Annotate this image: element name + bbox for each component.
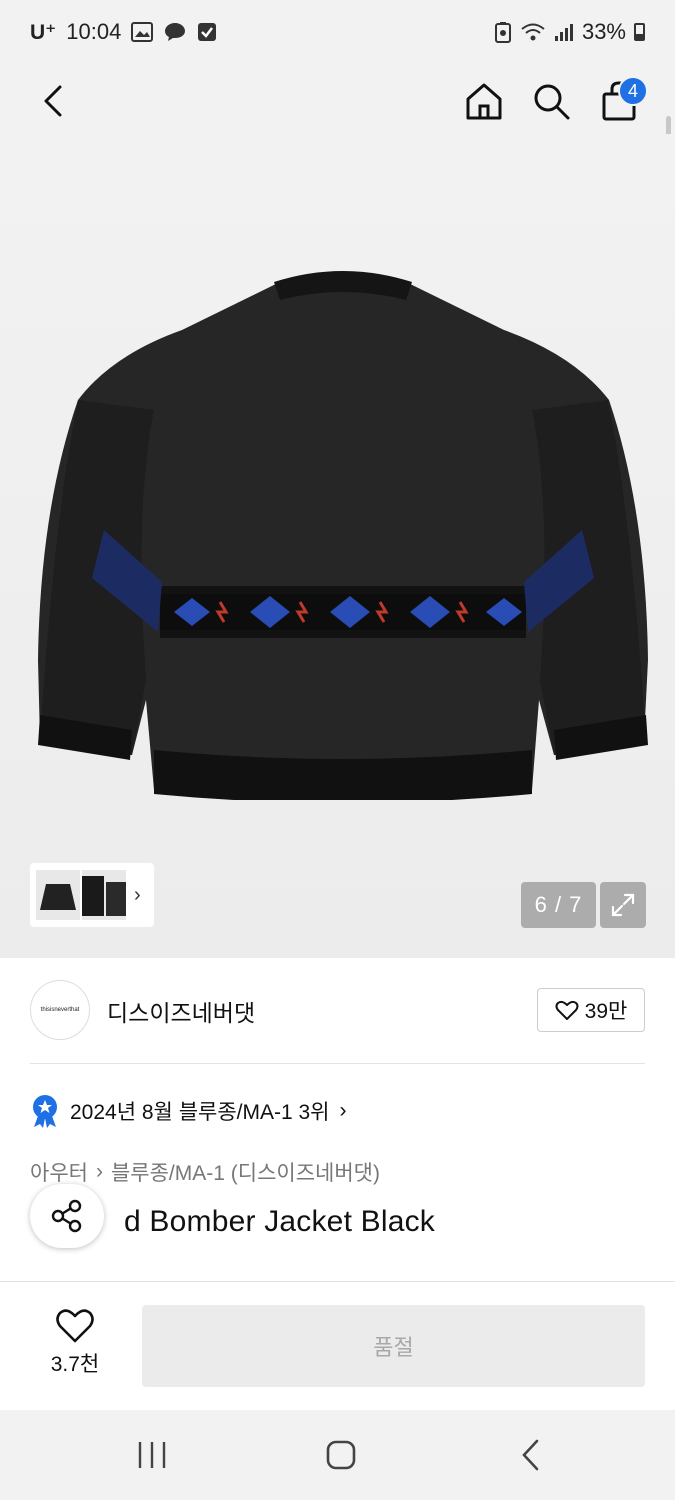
recent-apps-icon	[138, 1442, 166, 1468]
heart-icon	[56, 1309, 94, 1343]
chat-icon	[165, 23, 186, 41]
brand-row[interactable]: thisisneverthat 디스이즈네버댓 39만	[0, 958, 675, 1064]
thumbnail-chevron-icon[interactable]: ›	[134, 884, 141, 907]
back-button[interactable]	[28, 76, 78, 126]
home-square-icon	[326, 1440, 356, 1470]
thumbnail-side[interactable]	[82, 870, 126, 920]
back-arrow-icon	[44, 85, 62, 117]
expand-icon	[611, 893, 635, 917]
gallery-icon	[131, 22, 154, 42]
search-icon	[534, 84, 570, 120]
system-navigation-bar	[0, 1410, 675, 1500]
system-back-icon	[522, 1439, 539, 1471]
heart-icon	[555, 1000, 579, 1020]
share-button[interactable]	[30, 1184, 104, 1248]
cart-button[interactable]: 4	[594, 76, 648, 126]
battery-icon	[634, 23, 645, 41]
system-back-button[interactable]	[501, 1430, 561, 1480]
wifi-icon	[521, 23, 545, 41]
signal-icon	[554, 24, 573, 41]
wishlist-button[interactable]: 3.7천	[30, 1308, 120, 1378]
product-image-gallery[interactable]: › 6 / 7	[0, 134, 675, 958]
purchase-bar: 3.7천 품절	[0, 1282, 675, 1410]
ranking-label: 2024년 8월 블루종/MA-1 3위	[70, 1101, 330, 1124]
battery-percent: 33%	[581, 19, 626, 44]
divider	[30, 1063, 645, 1064]
brand-like-count: 39만	[584, 1000, 628, 1023]
ranking-badge-icon	[33, 1095, 57, 1128]
home-icon	[466, 83, 502, 120]
home-system-button[interactable]	[311, 1430, 371, 1480]
cart-count-badge: 4	[618, 76, 648, 106]
status-time: 10:04	[66, 19, 122, 44]
recent-apps-button[interactable]	[122, 1430, 182, 1480]
breadcrumb-subcategory[interactable]: 블루종/MA-1 (디스이즈네버댓)	[111, 1157, 380, 1187]
ranking-link[interactable]: 2024년 8월 블루종/MA-1 3위 ›	[30, 1094, 347, 1128]
search-button[interactable]	[526, 76, 576, 126]
home-button[interactable]	[459, 76, 509, 126]
thumbnail-strip[interactable]: ›	[30, 863, 154, 927]
breadcrumb: 아우터 › 블루종/MA-1 (디스이즈네버댓)	[30, 1157, 380, 1187]
brand-like-button[interactable]: 39만	[537, 988, 645, 1032]
ranking-chevron-icon: ›	[339, 1099, 347, 1122]
status-bar: U⁺ 10:04 33%	[0, 0, 675, 64]
brand-name[interactable]: 디스이즈네버댓	[107, 994, 255, 1028]
image-page-counter: 6 / 7	[521, 882, 596, 928]
product-image-jacket	[38, 271, 648, 800]
brand-logo[interactable]: thisisneverthat	[30, 980, 90, 1040]
share-icon	[51, 1199, 82, 1233]
breadcrumb-category[interactable]: 아우터	[30, 1157, 88, 1187]
top-nav: 4	[0, 64, 675, 186]
carrier-label: U⁺	[30, 20, 57, 44]
check-icon	[198, 23, 217, 41]
breadcrumb-separator: ›	[95, 1160, 103, 1183]
product-title-text: d Bomber Jacket Black	[124, 1205, 435, 1238]
battery-saver-icon	[494, 22, 511, 43]
expand-image-button[interactable]	[600, 882, 646, 928]
wishlist-count: 3.7천	[50, 1353, 100, 1376]
sold-out-button[interactable]: 품절	[142, 1305, 645, 1387]
thumbnail-front[interactable]	[36, 870, 80, 920]
